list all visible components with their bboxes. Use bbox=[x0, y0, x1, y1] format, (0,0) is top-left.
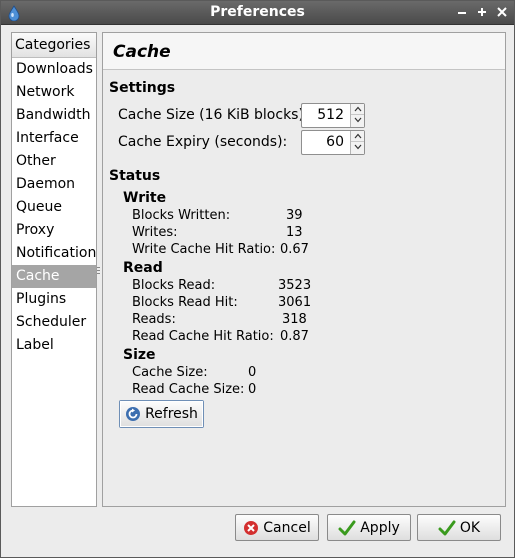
reads-label: Reads: bbox=[132, 312, 176, 327]
plus-icon bbox=[478, 8, 486, 16]
checkmark-icon bbox=[438, 520, 456, 535]
ok-button[interactable]: OK bbox=[417, 514, 501, 541]
sidebar-item-daemon[interactable]: Daemon bbox=[12, 173, 96, 196]
ok-label: OK bbox=[459, 519, 481, 536]
sidebar-item-queue[interactable]: Queue bbox=[12, 196, 96, 219]
read-cache-size-label: Read Cache Size: bbox=[132, 382, 245, 397]
panel-header: Cache bbox=[103, 33, 505, 70]
sidebar-item-notification[interactable]: Notification bbox=[12, 242, 96, 265]
pane-splitter[interactable] bbox=[97, 267, 101, 279]
read-hit-ratio-value: 0.87 bbox=[280, 329, 309, 344]
minimize-button[interactable] bbox=[453, 3, 471, 21]
sidebar-item-cache[interactable]: Cache bbox=[12, 265, 96, 288]
cache-panel: Cache Settings Cache Size (16 KiB blocks… bbox=[102, 32, 506, 507]
sidebar-item-scheduler[interactable]: Scheduler bbox=[12, 311, 96, 334]
page-title: Cache bbox=[113, 42, 171, 62]
checkmark-icon bbox=[338, 520, 356, 535]
categories-header[interactable]: Categories bbox=[12, 33, 96, 58]
blocks-read-label: Blocks Read: bbox=[132, 278, 216, 293]
sidebar-item-other[interactable]: Other bbox=[12, 150, 96, 173]
cache-size-stat-label: Cache Size: bbox=[132, 365, 208, 380]
chevron-up-icon bbox=[354, 133, 361, 139]
sidebar-item-downloads[interactable]: Downloads bbox=[12, 58, 96, 81]
read-hit-ratio-label: Read Cache Hit Ratio: bbox=[132, 329, 274, 344]
title-bar[interactable]: Preferences bbox=[1, 1, 514, 25]
cache-size-value[interactable]: 512 bbox=[317, 107, 344, 123]
cancel-button[interactable]: Cancel bbox=[235, 514, 319, 541]
blocks-written-label: Blocks Written: bbox=[132, 208, 231, 223]
write-hit-ratio-label: Write Cache Hit Ratio: bbox=[132, 242, 276, 257]
cache-size-decrement[interactable] bbox=[351, 115, 364, 126]
cancel-icon bbox=[244, 520, 259, 535]
cache-expiry-label: Cache Expiry (seconds): bbox=[118, 134, 288, 150]
cache-expiry-decrement[interactable] bbox=[351, 142, 364, 153]
cache-size-increment[interactable] bbox=[351, 104, 364, 115]
sidebar-item-proxy[interactable]: Proxy bbox=[12, 219, 96, 242]
close-icon bbox=[497, 7, 507, 17]
sidebar-item-plugins[interactable]: Plugins bbox=[12, 288, 96, 311]
maximize-button[interactable] bbox=[473, 3, 491, 21]
size-heading: Size bbox=[123, 347, 156, 363]
blocks-written-value: 39 bbox=[286, 208, 303, 223]
cache-size-spinner[interactable]: 512 bbox=[301, 103, 365, 128]
chevron-up-icon bbox=[354, 106, 361, 112]
sidebar-item-label[interactable]: Label bbox=[12, 334, 96, 357]
settings-heading: Settings bbox=[109, 80, 176, 96]
cache-size-stat-value: 0 bbox=[248, 365, 257, 380]
sidebar-item-bandwidth[interactable]: Bandwidth bbox=[12, 104, 96, 127]
cancel-label: Cancel bbox=[263, 519, 311, 536]
read-cache-size-value: 0 bbox=[248, 382, 257, 397]
blocks-read-hit-value: 3061 bbox=[278, 295, 312, 310]
sidebar-item-network[interactable]: Network bbox=[12, 81, 96, 104]
reads-value: 318 bbox=[282, 312, 307, 327]
cache-expiry-value[interactable]: 60 bbox=[326, 134, 344, 150]
cache-size-spin-buttons bbox=[350, 104, 364, 127]
refresh-button[interactable]: Refresh bbox=[119, 400, 204, 428]
sidebar-item-interface[interactable]: Interface bbox=[12, 127, 96, 150]
preferences-window: Preferences Categories Downloads Network B… bbox=[0, 0, 515, 558]
apply-button[interactable]: Apply bbox=[327, 514, 411, 541]
sidebar-list: Downloads Network Bandwidth Interface Other D… bbox=[12, 58, 96, 357]
write-hit-ratio-value: 0.67 bbox=[280, 242, 309, 257]
refresh-label: Refresh bbox=[145, 406, 198, 422]
blocks-read-value: 3523 bbox=[278, 278, 312, 293]
refresh-icon bbox=[126, 407, 141, 421]
cache-expiry-increment[interactable] bbox=[351, 131, 364, 142]
write-heading: Write bbox=[123, 190, 167, 206]
blocks-read-hit-label: Blocks Read Hit: bbox=[132, 295, 238, 310]
window-title: Preferences bbox=[210, 4, 305, 20]
chevron-down-icon bbox=[354, 144, 361, 150]
apply-label: Apply bbox=[360, 519, 400, 536]
cache-expiry-spin-buttons bbox=[350, 131, 364, 154]
read-heading: Read bbox=[123, 260, 163, 276]
writes-value: 13 bbox=[286, 225, 303, 240]
cache-expiry-spinner[interactable]: 60 bbox=[301, 130, 365, 155]
categories-list: Categories Downloads Network Bandwidth Inte… bbox=[11, 32, 97, 507]
cache-size-label: Cache Size (16 KiB blocks): bbox=[118, 107, 309, 123]
status-heading: Status bbox=[109, 168, 161, 184]
writes-label: Writes: bbox=[132, 225, 178, 240]
chevron-down-icon bbox=[354, 117, 361, 123]
close-button[interactable] bbox=[493, 3, 511, 21]
minimize-icon bbox=[458, 12, 466, 14]
